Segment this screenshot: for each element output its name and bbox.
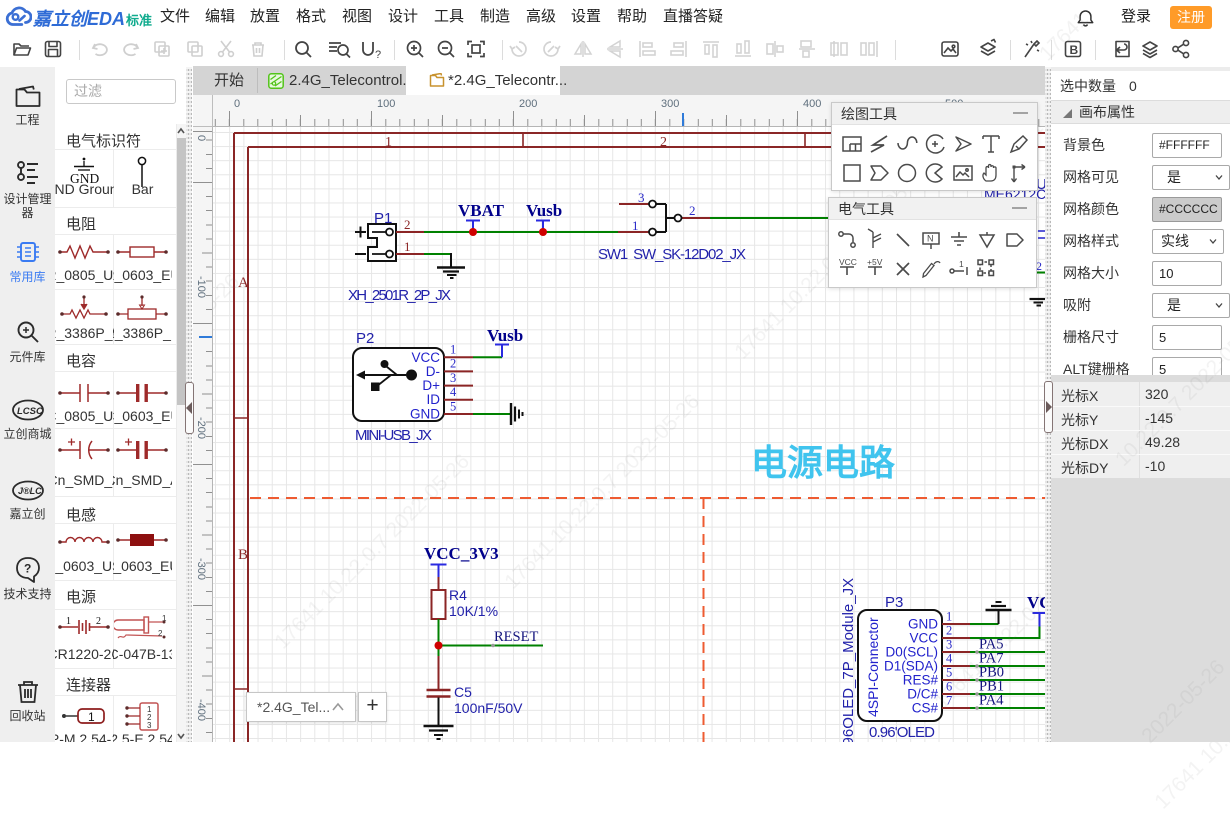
svg-text:D0(SCL): D0(SCL) (885, 645, 938, 660)
svg-text:1: 1 (88, 710, 95, 724)
svg-text:1: 1 (385, 135, 392, 150)
svg-text:1: 1 (632, 218, 639, 233)
svg-text:D+: D+ (422, 378, 440, 393)
svg-text:+5V: +5V (867, 257, 883, 267)
svg-text:J®LC: J®LC (18, 486, 42, 496)
svg-text:XH_2501R_2P_JX: XH_2501R_2P_JX (348, 287, 451, 304)
svg-text:N: N (927, 234, 934, 244)
svg-text:?: ? (375, 49, 381, 60)
svg-text:B: B (1070, 43, 1079, 57)
svg-text:3: 3 (147, 721, 152, 730)
svg-text:2: 2 (689, 203, 696, 218)
svg-text:2: 2 (660, 135, 667, 150)
svg-text:RES#: RES# (903, 673, 939, 688)
svg-text:CS#: CS# (912, 701, 939, 716)
svg-text:3: 3 (638, 190, 645, 205)
svg-text:VCC: VCC (839, 257, 857, 267)
svg-text:2: 2 (404, 217, 411, 232)
svg-text:7: 7 (946, 694, 952, 708)
svg-text:4: 4 (450, 385, 457, 399)
svg-text:0.96'OLED: 0.96'OLED (869, 724, 935, 741)
svg-text:2: 2 (946, 624, 952, 638)
svg-text:Vusb: Vusb (487, 326, 523, 345)
svg-text:3: 3 (450, 371, 456, 385)
svg-text:4SPI-Connector: 4SPI-Connector (865, 617, 881, 717)
svg-text:VCC: VCC (909, 631, 938, 646)
svg-text:GND: GND (410, 407, 440, 422)
svg-text:VCC_3V3: VCC_3V3 (424, 544, 499, 563)
svg-text:P3: P3 (885, 594, 903, 611)
svg-text:1: 1 (404, 239, 411, 254)
svg-text:R4: R4 (449, 587, 467, 603)
svg-text:1: 1 (959, 259, 964, 269)
svg-text:1: 1 (450, 343, 456, 357)
svg-text:4: 4 (946, 652, 953, 666)
svg-text:5: 5 (946, 666, 952, 680)
svg-text:D-: D- (426, 364, 440, 379)
svg-text:VBAT: VBAT (458, 201, 505, 220)
svg-text:VCC: VCC (411, 350, 440, 365)
svg-text:2: 2 (96, 616, 101, 627)
svg-text:SW1 SW_SK-12D02_JX: SW1 SW_SK-12D02_JX (598, 246, 746, 263)
svg-text:?: ? (24, 562, 31, 576)
svg-text:VCC_3V3: VCC_3V3 (1027, 593, 1045, 612)
svg-text:GND: GND (908, 617, 938, 632)
svg-text:1: 1 (66, 616, 71, 627)
svg-text:P2: P2 (356, 330, 374, 347)
svg-text:P1: P1 (374, 210, 392, 227)
svg-text:D/C#: D/C# (907, 687, 938, 702)
svg-text:D1(SDA): D1(SDA) (884, 659, 938, 674)
svg-text:PA4: PA4 (979, 693, 1004, 709)
svg-text:LCSC: LCSC (17, 406, 43, 417)
svg-text:A: A (238, 275, 249, 291)
svg-text:RESET: RESET (494, 629, 538, 645)
svg-text:B: B (238, 547, 248, 563)
svg-text:6: 6 (946, 680, 952, 694)
svg-text:3: 3 (946, 638, 952, 652)
svg-text:电源电路: 电源电路 (751, 442, 896, 483)
svg-text:2: 2 (450, 357, 456, 371)
svg-text:100nF/50V: 100nF/50V (454, 700, 523, 716)
svg-text:1: 1 (946, 610, 952, 624)
svg-text:MINI-USB_JX: MINI-USB_JX (355, 427, 432, 444)
svg-text:10K/1%: 10K/1% (449, 603, 498, 619)
svg-text:C5: C5 (454, 684, 472, 700)
svg-text:2: 2 (158, 629, 163, 638)
svg-text:ID: ID (427, 392, 441, 407)
svg-text:Vusb: Vusb (526, 201, 562, 220)
svg-text:0.96OLED_7P_Module_JX: 0.96OLED_7P_Module_JX (840, 578, 857, 742)
svg-text:5: 5 (450, 399, 456, 413)
